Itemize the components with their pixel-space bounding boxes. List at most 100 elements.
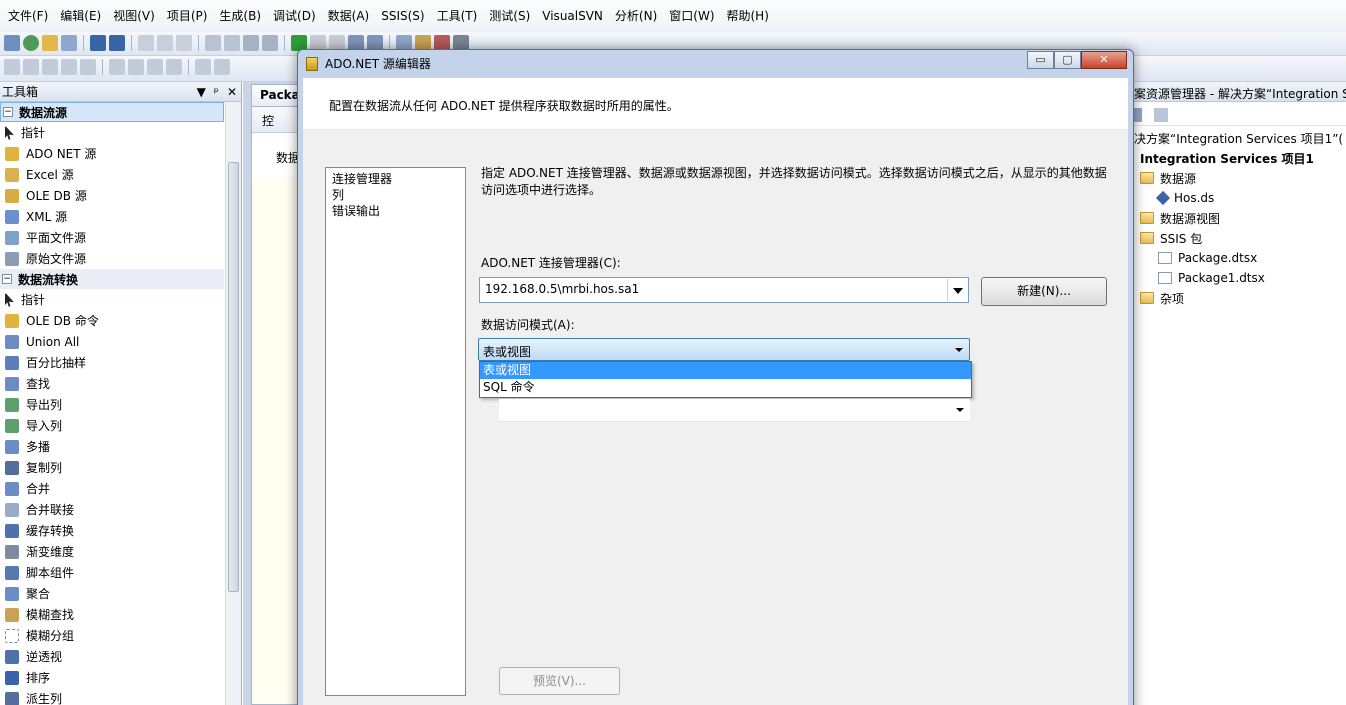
menu-view[interactable]: 视图(V) [107, 0, 161, 32]
category-data-flow-transforms[interactable]: − 数据流转换 [0, 269, 224, 289]
nav-columns[interactable]: 列 [332, 187, 465, 203]
close-button[interactable]: ✕ [1081, 51, 1127, 69]
toolbox-item-import-column[interactable]: 导入列 [0, 415, 224, 436]
dialog-titlebar[interactable]: ADO.NET 源编辑器 ▭ ▢ ✕ [298, 50, 1133, 77]
connection-manager-select[interactable]: 192.168.0.5\mrbi.hos.sa1 [479, 277, 969, 303]
show-all-files-icon[interactable] [1154, 108, 1168, 122]
tree-node-package1-dtsx[interactable]: Package1.dtsx [1132, 268, 1346, 288]
align-top-icon[interactable] [61, 59, 77, 75]
menu-file[interactable]: 文件(F) [2, 0, 54, 32]
menu-tools[interactable]: 工具(T) [431, 0, 484, 32]
close-icon[interactable]: ✕ [227, 85, 237, 99]
tree-node-ssis-packages[interactable]: SSIS 包 [1132, 228, 1346, 248]
menu-test[interactable]: 测试(S) [483, 0, 536, 32]
table-name-select[interactable] [499, 399, 970, 422]
tree-node-data-source-views[interactable]: 数据源视图 [1132, 208, 1346, 228]
dropdown-icon[interactable]: ▼ [197, 85, 206, 99]
align-center-icon[interactable] [23, 59, 39, 75]
same-height-icon[interactable] [128, 59, 144, 75]
paste-icon[interactable] [176, 35, 192, 51]
option-table-or-view[interactable]: 表或视图 [480, 362, 971, 379]
add-item-icon[interactable] [23, 35, 39, 51]
solution-node[interactable]: 决方案“Integration Services 项目1”( [1132, 128, 1346, 148]
toolbox-item-sort[interactable]: 排序 [0, 667, 224, 688]
cut-icon[interactable] [138, 35, 154, 51]
toolbox-item-ado-net-source[interactable]: ADO NET 源 [0, 143, 224, 164]
toolbox-item-raw-file-source[interactable]: 原始文件源 [0, 248, 224, 269]
save-icon[interactable] [90, 35, 106, 51]
nav-connection-manager[interactable]: 连接管理器 [332, 171, 465, 187]
maximize-button[interactable]: ▢ [1054, 51, 1081, 69]
toolbox-item-derived-column[interactable]: 派生列 [0, 688, 224, 705]
align-left-icon[interactable] [4, 59, 20, 75]
toolbox-item-merge-join[interactable]: 合并联接 [0, 499, 224, 520]
toolbox-item-pointer[interactable]: 指针 [0, 122, 224, 143]
toolbox-item-ole-db-command[interactable]: OLE DB 命令 [0, 310, 224, 331]
data-access-mode-select[interactable]: 表或视图 [478, 338, 970, 361]
menu-window[interactable]: 窗口(W) [663, 0, 720, 32]
toolbox-item-cache-transform[interactable]: 缓存转换 [0, 520, 224, 541]
toolbox-item-script-component[interactable]: 脚本组件 [0, 562, 224, 583]
indent-icon[interactable] [214, 59, 230, 75]
toolbox-item-slowly-changing-dimension[interactable]: 渐变维度 [0, 541, 224, 562]
redo-icon[interactable] [262, 35, 278, 51]
pin-icon[interactable]: ᵖ [214, 85, 219, 99]
tree-node-package-dtsx[interactable]: Package.dtsx [1132, 248, 1346, 268]
toolbox-item-fuzzy-lookup[interactable]: 模糊查找 [0, 604, 224, 625]
preview-button[interactable]: 预览(V)... [499, 667, 620, 695]
category-data-flow-sources[interactable]: − 数据流源 [0, 102, 224, 122]
tree-node-data-sources[interactable]: 数据源 [1132, 168, 1346, 188]
toolbox-item-multicast[interactable]: 多播 [0, 436, 224, 457]
toolbox-item-xml-source[interactable]: XML 源 [0, 206, 224, 227]
spacing-icon[interactable] [195, 59, 211, 75]
toolbox-item-excel-source[interactable]: Excel 源 [0, 164, 224, 185]
align-icon[interactable] [224, 35, 240, 51]
menu-help[interactable]: 帮助(H) [721, 0, 775, 32]
window-layout-icon[interactable] [61, 35, 77, 51]
save-all-icon[interactable] [109, 35, 125, 51]
minimize-button[interactable]: ▭ [1027, 51, 1054, 69]
lookup-icon [5, 376, 19, 391]
new-connection-button[interactable]: 新建(N)... [981, 277, 1107, 306]
tree-node-miscellaneous[interactable]: 杂项 [1132, 288, 1346, 308]
toolbox-item-percentage-sampling[interactable]: 百分比抽样 [0, 352, 224, 373]
collapse-icon[interactable]: − [3, 107, 13, 117]
toolbox-item-merge[interactable]: 合并 [0, 478, 224, 499]
toolbox-item-copy-column[interactable]: 复制列 [0, 457, 224, 478]
project-node[interactable]: Integration Services 项目1 [1132, 148, 1346, 168]
menu-data[interactable]: 数据(A) [322, 0, 376, 32]
collapse-icon[interactable]: − [2, 274, 12, 284]
toolbox-item-flat-file-source[interactable]: 平面文件源 [0, 227, 224, 248]
nav-error-output[interactable]: 错误输出 [332, 203, 465, 219]
toolbox-item-ole-db-source[interactable]: OLE DB 源 [0, 185, 224, 206]
new-project-icon[interactable] [4, 35, 20, 51]
same-width-icon[interactable] [109, 59, 125, 75]
menu-ssis[interactable]: SSIS(S) [375, 0, 430, 32]
align-right-icon[interactable] [42, 59, 58, 75]
toolbox-item-unpivot[interactable]: 逆透视 [0, 646, 224, 667]
toolbox-item-aggregate[interactable]: 聚合 [0, 583, 224, 604]
dropdown-arrow-icon[interactable] [947, 279, 967, 301]
menu-debug[interactable]: 调试(D) [267, 0, 322, 32]
toolbox-item-lookup[interactable]: 查找 [0, 373, 224, 394]
menu-visualsvn[interactable]: VisualSVN [536, 0, 609, 32]
toolbox-item-union-all[interactable]: Union All [0, 331, 224, 352]
menu-build[interactable]: 生成(B) [213, 0, 267, 32]
format-icon[interactable] [205, 35, 221, 51]
copy-icon[interactable] [157, 35, 173, 51]
open-file-icon[interactable] [42, 35, 58, 51]
menu-edit[interactable]: 编辑(E) [54, 0, 107, 32]
menu-project[interactable]: 项目(P) [161, 0, 214, 32]
tree-node-hos-ds[interactable]: Hos.ds [1132, 188, 1346, 208]
toolbox-item-fuzzy-grouping[interactable]: 模糊分组 [0, 625, 224, 646]
undo-icon[interactable] [243, 35, 259, 51]
toolbox-item-pointer[interactable]: 指针 [0, 289, 224, 310]
scrollbar-thumb[interactable] [228, 162, 239, 592]
font-icon[interactable] [166, 59, 182, 75]
same-size-icon[interactable] [147, 59, 163, 75]
toolbox-scrollbar[interactable] [225, 102, 241, 705]
toolbox-item-export-column[interactable]: 导出列 [0, 394, 224, 415]
align-middle-icon[interactable] [80, 59, 96, 75]
menu-analyze[interactable]: 分析(N) [609, 0, 663, 32]
option-sql-command[interactable]: SQL 命令 [480, 379, 971, 396]
